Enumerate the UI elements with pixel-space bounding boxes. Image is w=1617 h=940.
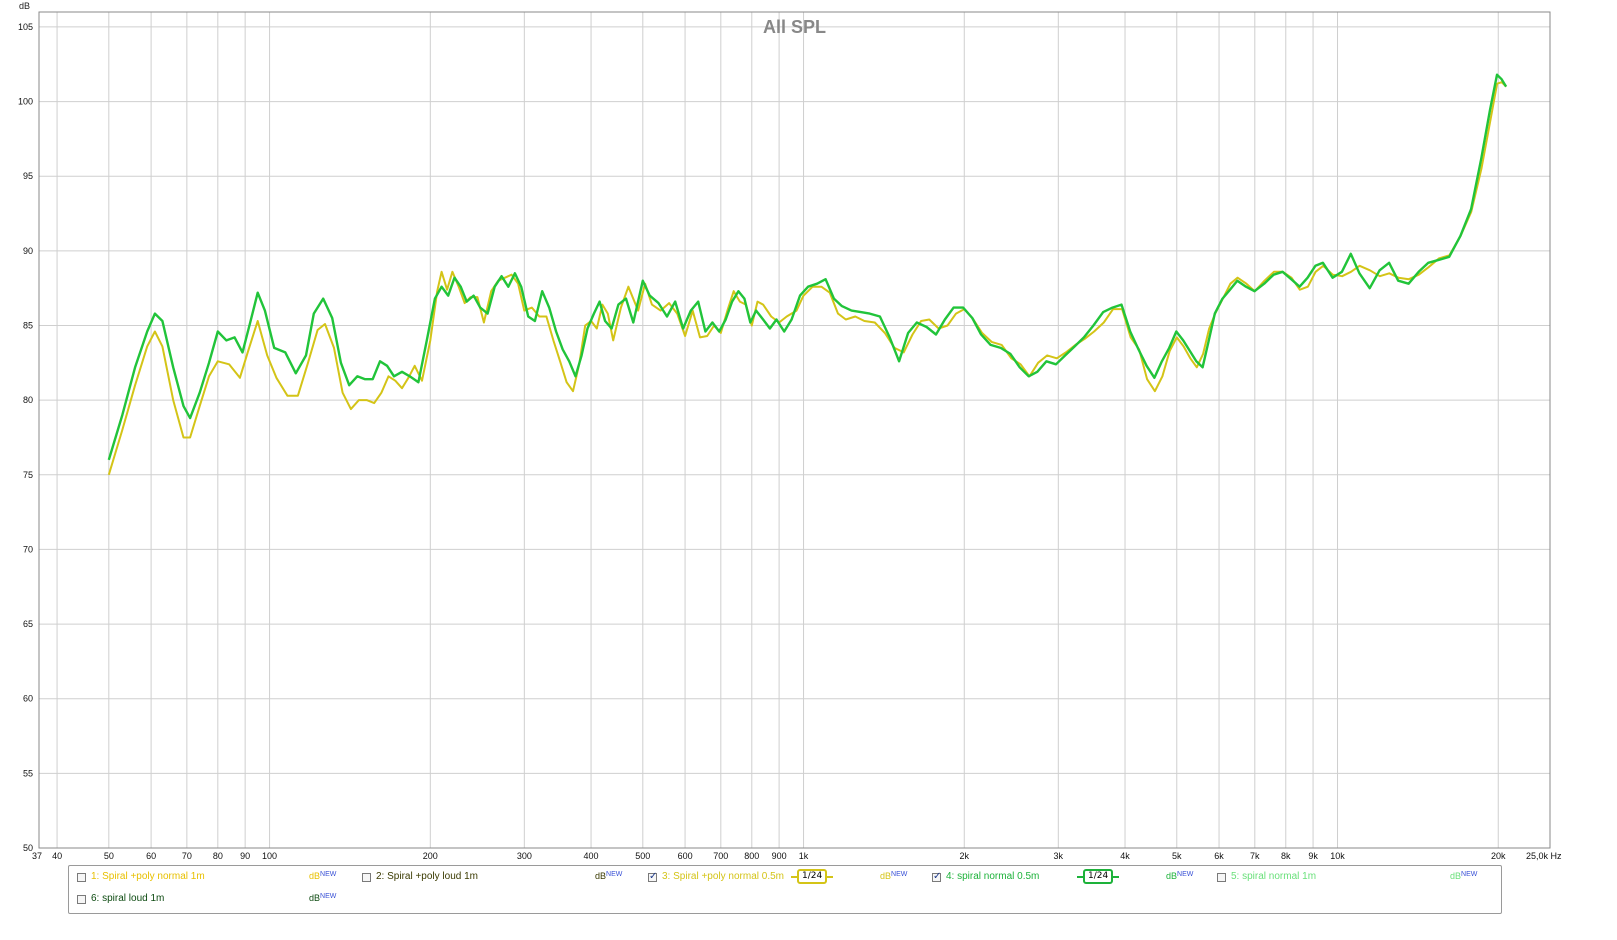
smoothing-badge-4[interactable]: 1/24 xyxy=(1077,869,1120,884)
x-tick-label: 70 xyxy=(182,851,192,861)
x-axis-ticks: 37 40 50 60 70 80 90 100 200 300 400 500 600 700 800 90… xyxy=(32,851,1562,861)
legend-item-1[interactable]: 1: Spiral +poly normal 1m xyxy=(77,871,205,883)
y-tick-label: 55 xyxy=(23,768,33,778)
y-tick-label: 60 xyxy=(23,694,33,704)
x-tick-label: 200 xyxy=(423,851,438,861)
legend-unit-4: dBNEW xyxy=(1166,871,1194,881)
legend-unit-1: dBNEW xyxy=(309,871,337,881)
x-tick-label: 20k xyxy=(1491,851,1506,861)
y-axis-ticks: 50 55 60 65 70 75 80 85 90 95 100 105 xyxy=(18,22,33,853)
x-tick-label: 600 xyxy=(678,851,693,861)
y-tick-label: 85 xyxy=(23,321,33,331)
y-tick-label: 80 xyxy=(23,395,33,405)
spl-chart: 37 40 50 60 70 80 90 100 200 300 400 500 600 700 800 90… xyxy=(18,1,1562,861)
x-tick-label: 500 xyxy=(635,851,650,861)
x-tick-label: 50 xyxy=(104,851,114,861)
y-tick-label: 75 xyxy=(23,470,33,480)
x-tick-label: 400 xyxy=(584,851,599,861)
legend-item-5[interactable]: 5: spiral normal 1m xyxy=(1217,871,1316,883)
x-tick-label: 3k xyxy=(1054,851,1064,861)
legend-label-5: 5: spiral normal 1m xyxy=(1231,871,1317,882)
y-tick-label: 70 xyxy=(23,544,33,554)
x-tick-label: 5k xyxy=(1172,851,1182,861)
x-tick-label: 60 xyxy=(146,851,156,861)
legend-checkbox-3[interactable] xyxy=(648,871,657,883)
y-tick-label: 100 xyxy=(18,97,33,107)
x-tick-label: 40 xyxy=(52,851,62,861)
x-tick-label: 80 xyxy=(213,851,223,861)
y-tick-label: 90 xyxy=(23,246,33,256)
y-tick-label: 50 xyxy=(23,843,33,853)
x-tick-label: 8k xyxy=(1281,851,1291,861)
legend-unit-5: dBNEW xyxy=(1450,871,1478,881)
legend-unit-3: dBNEW xyxy=(880,871,908,881)
legend-checkbox-2[interactable] xyxy=(362,872,371,882)
x-tick-label: 800 xyxy=(744,851,759,861)
legend-checkbox-5[interactable] xyxy=(1217,872,1226,882)
x-tick-label: 10k xyxy=(1330,851,1345,861)
legend-checkbox-6[interactable] xyxy=(77,894,86,904)
legend-label-4: 4: spiral normal 0.5m xyxy=(946,871,1040,882)
x-tick-label: 1k xyxy=(799,851,809,861)
y-tick-label: 95 xyxy=(23,171,33,181)
y-axis-label: dB xyxy=(19,1,30,11)
legend-item-4[interactable]: 4: spiral normal 0.5m xyxy=(932,871,1039,883)
x-tick-label: 9k xyxy=(1308,851,1318,861)
x-tick-label: 90 xyxy=(240,851,250,861)
legend-label-6: 6: spiral loud 1m xyxy=(91,893,165,904)
smoothing-badge-3[interactable]: 1/24 xyxy=(791,869,834,884)
legend-label-1: 1: Spiral +poly normal 1m xyxy=(91,871,205,882)
x-tick-label: 2k xyxy=(960,851,970,861)
legend-item-2[interactable]: 2: Spiral +poly loud 1m xyxy=(362,871,478,883)
legend-unit-6: dBNEW xyxy=(309,893,337,903)
legend-label-3: 3: Spiral +poly normal 0.5m xyxy=(662,871,785,882)
legend-checkbox-4[interactable] xyxy=(932,871,941,883)
x-tick-label: 6k xyxy=(1214,851,1224,861)
plot-area xyxy=(39,12,1550,848)
x-tick-label: 37 xyxy=(32,851,42,861)
legend-item-3[interactable]: 3: Spiral +poly normal 0.5m xyxy=(648,871,784,883)
legend-panel: 1: Spiral +poly normal 1m dBNEW 2: Spira… xyxy=(68,865,1502,914)
x-tick-label: 7k xyxy=(1250,851,1260,861)
x-tick-label: 25,0k Hz xyxy=(1526,851,1562,861)
y-tick-label: 65 xyxy=(23,619,33,629)
legend-unit-2: dBNEW xyxy=(595,871,623,881)
chart-title: All SPL xyxy=(763,17,826,37)
legend-item-6[interactable]: 6: spiral loud 1m xyxy=(77,893,164,905)
y-tick-label: 105 xyxy=(18,22,33,32)
legend-label-2: 2: Spiral +poly loud 1m xyxy=(376,871,479,882)
x-tick-label: 4k xyxy=(1120,851,1130,861)
x-tick-label: 900 xyxy=(772,851,787,861)
x-tick-label: 700 xyxy=(713,851,728,861)
legend-checkbox-1[interactable] xyxy=(77,872,86,882)
x-tick-label: 300 xyxy=(517,851,532,861)
x-tick-label: 100 xyxy=(262,851,277,861)
